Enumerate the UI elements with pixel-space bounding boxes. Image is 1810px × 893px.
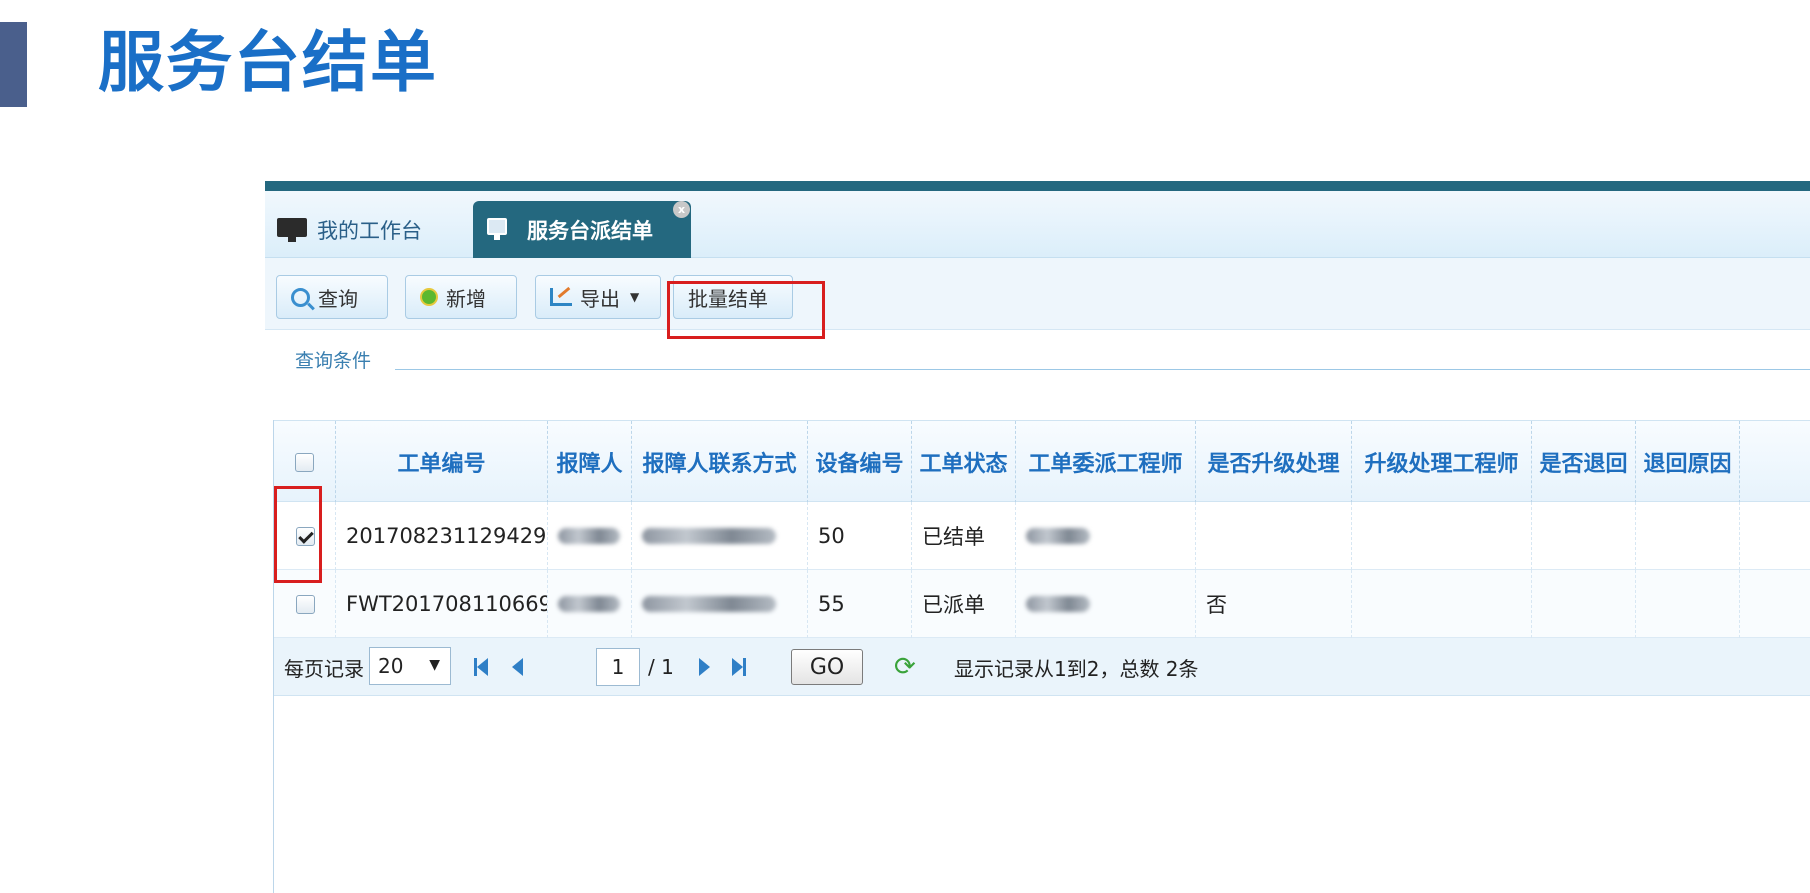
table-row[interactable]: FWT2017081106690 55 已派单 否 2( [274,570,1810,638]
last-page-icon[interactable] [732,658,743,676]
pagination-bar: 每页记录 20 ▼ 1 / 1 GO ⟳ 显示记录从1到2，总数 2条 [274,638,1810,696]
col-header-escalated[interactable]: 是否升级处理 [1196,421,1352,503]
col-header-return-reason[interactable]: 退回原因 [1636,421,1740,503]
cell-return-reason [1636,502,1740,570]
divider [395,369,1810,370]
app-window: 我的工作台 服务台派结单 x 查询 新增 导出 ▼ 批量结单 查询条件 工单编号… [265,181,1810,893]
add-button-label: 新增 [446,286,486,311]
row-checkbox[interactable] [296,594,315,614]
query-button-label: 查询 [318,286,358,311]
cell-escalated [1196,502,1352,570]
tab-close-icon[interactable]: x [673,201,690,218]
refresh-icon[interactable]: ⟳ [894,653,922,681]
cell-order-no: FWT2017081106690 [336,570,548,638]
col-header-order-no[interactable]: 工单编号 [336,421,548,503]
table-row[interactable]: 201708231129429235 50 已结单 2( [274,502,1810,570]
search-icon [291,287,310,307]
cell-reporter-redacted [548,570,632,638]
cell-escalation-engineer [1352,502,1532,570]
record-summary: 显示记录从1到2，总数 2条 [954,656,1199,681]
slide-title: 服务台结单 [98,24,438,101]
export-button-label: 导出 [580,286,620,311]
cell-trailing: 2( [1740,502,1810,570]
cell-reporter-redacted [548,502,632,570]
col-header-reporter-contact[interactable]: 报障人联系方式 [632,421,808,503]
tab-service-desk-orders[interactable]: 服务台派结单 [473,201,691,258]
toolbar: 查询 新增 导出 ▼ 批量结单 [265,258,1810,330]
tab-strip: 我的工作台 服务台派结单 x [265,191,1810,258]
next-page-icon[interactable] [699,658,710,676]
slide-accent-bar [0,22,27,107]
col-header-escalation-engineer[interactable]: 升级处理工程师 [1352,421,1532,503]
cell-device-no: 55 [808,570,912,638]
per-page-select[interactable]: 20 ▼ [369,647,451,685]
tab-label: 服务台派结单 [527,218,653,243]
query-conditions-label[interactable]: 查询条件 [295,346,371,373]
caret-down-icon: ▼ [630,290,640,304]
col-header-device-no[interactable]: 设备编号 [808,421,912,503]
first-page-icon[interactable] [477,658,488,676]
cell-device-no: 50 [808,502,912,570]
cell-returned [1532,570,1636,638]
export-button[interactable]: 导出 ▼ [535,275,661,319]
dropdown-arrow-icon: ▼ [429,657,440,673]
annotation-box-batch-close [667,281,825,339]
last-page-icon-bar [743,658,746,676]
col-header-assigned-engineer[interactable]: 工单委派工程师 [1016,421,1196,503]
export-icon [550,288,572,306]
cell-escalated: 否 [1196,570,1352,638]
col-header-reporter[interactable]: 报障人 [548,421,632,503]
per-page-label: 每页记录 [284,656,364,681]
monitor-icon [487,217,517,242]
cell-order-status: 已结单 [912,502,1016,570]
page-number-input[interactable]: 1 [596,648,640,686]
cell-engineer-redacted [1016,502,1196,570]
cell-returned [1532,502,1636,570]
cell-escalation-engineer [1352,570,1532,638]
per-page-value: 20 [378,654,404,678]
select-all-checkbox[interactable] [295,452,314,472]
cell-contact-redacted [632,502,808,570]
query-button[interactable]: 查询 [276,275,388,319]
cell-return-reason [1636,570,1740,638]
col-header-returned[interactable]: 是否退回 [1532,421,1636,503]
total-pages: / 1 [648,655,674,679]
annotation-box-row-checkbox [274,486,322,583]
top-bar [265,181,1810,191]
cell-trailing: 2( [1740,570,1810,638]
tab-my-workbench[interactable]: 我的工作台 [277,201,422,258]
cell-engineer-redacted [1016,570,1196,638]
cell-order-status: 已派单 [912,570,1016,638]
add-button[interactable]: 新增 [405,275,517,319]
monitor-icon [277,217,307,242]
cell-contact-redacted [632,570,808,638]
data-grid: 工单编号 报障人 报障人联系方式 设备编号 工单状态 工单委派工程师 是否升级处… [273,420,1810,893]
go-button[interactable]: GO [791,649,863,685]
table-header: 工单编号 报障人 报障人联系方式 设备编号 工单状态 工单委派工程师 是否升级处… [274,420,1810,503]
cell-order-no: 201708231129429235 [336,502,548,570]
add-icon [420,288,438,306]
tab-label: 我的工作台 [317,218,422,243]
prev-page-icon[interactable] [512,658,523,676]
col-header-order-status[interactable]: 工单状态 [912,421,1016,503]
